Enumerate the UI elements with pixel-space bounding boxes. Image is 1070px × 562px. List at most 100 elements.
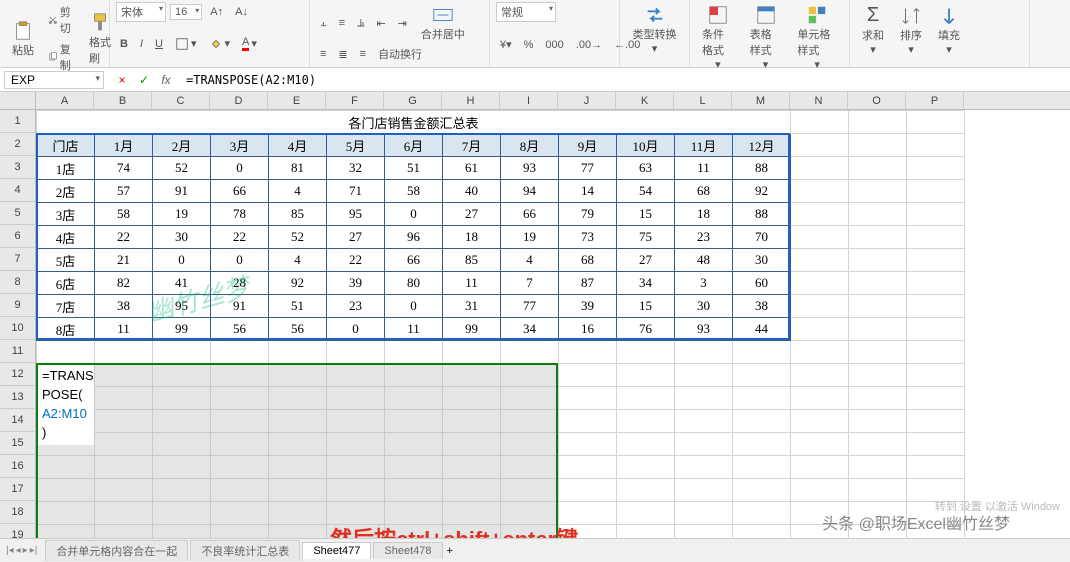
cell[interactable] bbox=[849, 249, 907, 272]
tab-next-button[interactable]: ▸ bbox=[23, 545, 28, 556]
conditional-format-button[interactable]: 条件格式▾ bbox=[696, 2, 740, 73]
cell[interactable]: 57 bbox=[95, 180, 153, 203]
cell[interactable] bbox=[211, 502, 269, 525]
cell[interactable] bbox=[617, 433, 675, 456]
cell[interactable]: 4 bbox=[269, 180, 327, 203]
row-header[interactable]: 9 bbox=[0, 294, 36, 317]
cell[interactable]: 76 bbox=[617, 318, 675, 341]
cell[interactable]: 3店 bbox=[37, 203, 95, 226]
cell[interactable]: 39 bbox=[327, 272, 385, 295]
cell[interactable]: 66 bbox=[211, 180, 269, 203]
cell[interactable]: 27 bbox=[617, 249, 675, 272]
cell[interactable] bbox=[907, 295, 965, 318]
cell[interactable]: 66 bbox=[501, 203, 559, 226]
cell[interactable] bbox=[385, 456, 443, 479]
cell[interactable] bbox=[559, 341, 617, 364]
cell[interactable] bbox=[907, 318, 965, 341]
cell[interactable] bbox=[849, 387, 907, 410]
cell[interactable] bbox=[907, 341, 965, 364]
font-size-combo[interactable]: 16 bbox=[170, 4, 202, 20]
cell[interactable] bbox=[617, 456, 675, 479]
cell[interactable] bbox=[849, 364, 907, 387]
fx-button[interactable]: fx bbox=[158, 73, 174, 87]
cell[interactable] bbox=[211, 410, 269, 433]
cell[interactable]: 61 bbox=[443, 157, 501, 180]
cell[interactable] bbox=[153, 433, 211, 456]
cell[interactable]: 44 bbox=[733, 318, 791, 341]
cell[interactable]: 7月 bbox=[443, 134, 501, 157]
cell[interactable]: 91 bbox=[153, 180, 211, 203]
cell[interactable] bbox=[37, 479, 95, 502]
cell[interactable] bbox=[849, 410, 907, 433]
cell[interactable] bbox=[153, 410, 211, 433]
cell[interactable]: 63 bbox=[617, 157, 675, 180]
cell[interactable]: 8店 bbox=[37, 318, 95, 341]
cell[interactable]: 8月 bbox=[501, 134, 559, 157]
cell[interactable]: 18 bbox=[443, 226, 501, 249]
cell[interactable]: 5月 bbox=[327, 134, 385, 157]
cell[interactable]: 85 bbox=[443, 249, 501, 272]
cell[interactable] bbox=[733, 387, 791, 410]
cell[interactable] bbox=[559, 479, 617, 502]
cell[interactable] bbox=[907, 111, 965, 134]
wrap-text-button[interactable]: 自动换行 bbox=[374, 44, 426, 64]
cell[interactable] bbox=[733, 456, 791, 479]
cell[interactable] bbox=[791, 295, 849, 318]
cell[interactable] bbox=[907, 134, 965, 157]
cell[interactable] bbox=[617, 364, 675, 387]
cell[interactable]: 30 bbox=[153, 226, 211, 249]
cell[interactable] bbox=[617, 387, 675, 410]
cell[interactable] bbox=[153, 479, 211, 502]
cell[interactable] bbox=[95, 433, 153, 456]
cell[interactable] bbox=[559, 433, 617, 456]
cell[interactable]: 1月 bbox=[95, 134, 153, 157]
cell[interactable]: 56 bbox=[269, 318, 327, 341]
cell[interactable] bbox=[791, 249, 849, 272]
tab-nav[interactable]: |◂ ◂ ▸ ▸| bbox=[0, 545, 43, 556]
row-header[interactable]: 11 bbox=[0, 340, 36, 363]
cell[interactable]: 27 bbox=[443, 203, 501, 226]
cell[interactable]: 4 bbox=[501, 249, 559, 272]
cell[interactable] bbox=[385, 387, 443, 410]
cell[interactable]: 81 bbox=[269, 157, 327, 180]
column-header[interactable]: H bbox=[442, 92, 500, 109]
tab-last-button[interactable]: ▸| bbox=[30, 545, 38, 556]
cell[interactable]: 99 bbox=[153, 318, 211, 341]
cell[interactable] bbox=[907, 272, 965, 295]
cell[interactable]: 1店 bbox=[37, 157, 95, 180]
cell[interactable]: 87 bbox=[559, 272, 617, 295]
name-box[interactable]: EXP bbox=[4, 71, 104, 89]
cell[interactable] bbox=[907, 364, 965, 387]
column-header[interactable]: E bbox=[268, 92, 326, 109]
cell[interactable] bbox=[385, 410, 443, 433]
cell[interactable]: 12月 bbox=[733, 134, 791, 157]
cell[interactable]: 52 bbox=[153, 157, 211, 180]
type-convert-button[interactable]: 类型转换▾ bbox=[626, 2, 683, 57]
cell[interactable] bbox=[559, 364, 617, 387]
cell[interactable]: 6店 bbox=[37, 272, 95, 295]
cell[interactable]: 56 bbox=[211, 318, 269, 341]
row-header[interactable]: 4 bbox=[0, 179, 36, 202]
column-header[interactable]: P bbox=[906, 92, 964, 109]
cell[interactable] bbox=[907, 433, 965, 456]
cell[interactable] bbox=[733, 410, 791, 433]
cell[interactable]: 58 bbox=[385, 180, 443, 203]
cell[interactable] bbox=[501, 433, 559, 456]
cell[interactable]: 18 bbox=[675, 203, 733, 226]
row-header[interactable]: 17 bbox=[0, 478, 36, 501]
cell[interactable] bbox=[675, 433, 733, 456]
cell[interactable]: 68 bbox=[675, 180, 733, 203]
row-header[interactable]: 7 bbox=[0, 248, 36, 271]
cell[interactable] bbox=[907, 387, 965, 410]
cell[interactable] bbox=[733, 433, 791, 456]
cell[interactable]: 40 bbox=[443, 180, 501, 203]
cell[interactable] bbox=[153, 502, 211, 525]
cell[interactable]: 34 bbox=[617, 272, 675, 295]
cell[interactable] bbox=[849, 203, 907, 226]
column-header[interactable]: D bbox=[210, 92, 268, 109]
cell[interactable] bbox=[849, 433, 907, 456]
cell[interactable]: 门店 bbox=[37, 134, 95, 157]
cell[interactable]: 14 bbox=[559, 180, 617, 203]
cell[interactable] bbox=[37, 502, 95, 525]
confirm-formula-button[interactable]: ✓ bbox=[136, 73, 152, 87]
